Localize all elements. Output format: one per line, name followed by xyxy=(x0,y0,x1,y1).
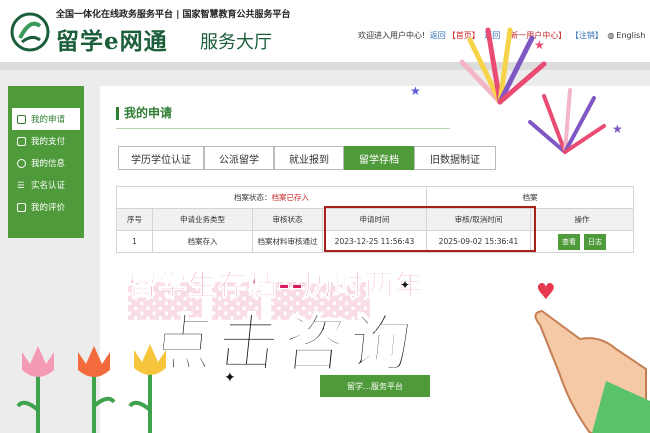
tulip-decoration xyxy=(16,344,166,433)
log-button[interactable]: 日志 xyxy=(584,233,606,250)
sidebar-item-label: 我的申请 xyxy=(31,115,66,125)
column-header: 序号 xyxy=(116,208,153,231)
consult-cta[interactable]: 点击咨询 xyxy=(147,293,421,383)
sidebar-item-label: 我的信息 xyxy=(31,159,66,169)
sidebar-item-label: 我的支付 xyxy=(31,137,66,147)
title-divider xyxy=(116,128,450,129)
sidebar-item-label: 我的评价 xyxy=(31,203,66,213)
star-icon: ★ xyxy=(410,84,421,98)
status-label: 档案状态： xyxy=(234,193,272,202)
column-header: 操作 xyxy=(530,208,634,231)
star-icon: ★ xyxy=(534,38,545,52)
platform-tagline: 全国一体化在线政务服务平台 | 国家智慧教育公共服务平台 xyxy=(56,10,291,20)
sparkle-icon: ✦ xyxy=(224,370,236,386)
heart-icon: ♥ xyxy=(536,280,556,305)
highlight-box xyxy=(324,206,536,252)
globe-icon: ◍ xyxy=(607,31,615,40)
user-info-icon xyxy=(17,158,26,168)
logo-subtitle: 服务大厅 xyxy=(200,32,272,53)
pointing-hand-decoration xyxy=(534,309,650,433)
tab-degree-cert[interactable]: 学历学位认证 xyxy=(118,146,204,170)
cell-actions: 查看 日志 xyxy=(530,230,634,253)
payment-card-icon xyxy=(17,136,26,146)
edit-review-icon xyxy=(17,202,26,212)
tab-legacy-data[interactable]: 旧数据制证 xyxy=(414,146,496,170)
sidebar-item-info[interactable]: 我的信息 xyxy=(8,152,84,174)
tab-employment[interactable]: 就业报到 xyxy=(274,146,344,170)
tab-gov-study[interactable]: 公派留学 xyxy=(204,146,274,170)
logo-icon xyxy=(10,12,50,52)
logo-title[interactable]: 留学e网通 xyxy=(56,22,168,56)
tab-bar: 学历学位认证 公派留学 就业报到 留学存档 旧数据制证 xyxy=(118,146,496,170)
view-button[interactable]: 查看 xyxy=(558,233,580,250)
status-badge: 档案已存入 xyxy=(271,193,310,202)
cell-no: 1 xyxy=(116,230,153,253)
tab-archive[interactable]: 留学存档 xyxy=(344,146,414,170)
application-icon xyxy=(17,114,26,124)
sidebar-item-payments[interactable]: 我的支付 xyxy=(8,130,84,152)
welcome-text: 欢迎进入用户中心! xyxy=(358,31,426,40)
sidebar-item-applications[interactable]: 我的申请 xyxy=(12,108,80,130)
english-link[interactable]: English xyxy=(616,31,645,40)
column-header: 申请业务类型 xyxy=(152,208,253,231)
page-title: 我的申请 xyxy=(116,107,172,120)
cell-status: 档案材料审核通过 xyxy=(252,230,323,253)
cell-type: 档案存入 xyxy=(152,230,253,253)
sidebar: 我的申请 我的支付 我的信息 ☰ 实名认证 我的评价 xyxy=(8,86,84,238)
sidebar-item-label: 实名认证 xyxy=(31,181,66,191)
logout-link[interactable]: 【注销】 xyxy=(571,31,603,40)
column-header: 审核状态 xyxy=(252,208,323,231)
sidebar-item-verify[interactable]: ☰ 实名认证 xyxy=(8,174,84,196)
sidebar-item-review[interactable]: 我的评价 xyxy=(8,196,84,218)
star-icon: ★ xyxy=(612,122,623,136)
firework-decoration xyxy=(528,88,606,154)
list-verify-icon: ☰ xyxy=(17,180,25,191)
sparkle-icon: ✦ xyxy=(400,278,411,292)
